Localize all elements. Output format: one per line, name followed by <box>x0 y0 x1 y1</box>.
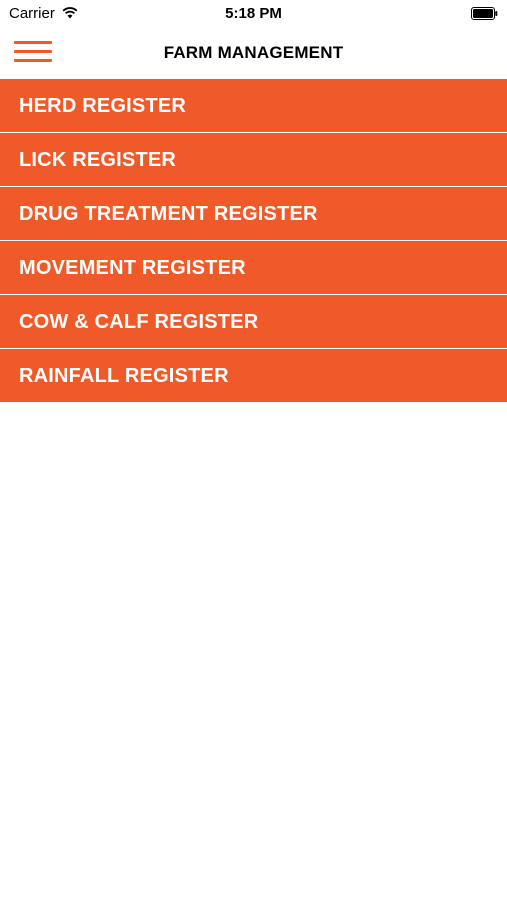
menu-item-herd-register[interactable]: HERD REGISTER <box>0 79 507 133</box>
menu-item-movement-register[interactable]: MOVEMENT REGISTER <box>0 241 507 295</box>
navigation-bar: FARM MANAGEMENT <box>0 28 507 78</box>
status-bar: Carrier 5:18 PM <box>0 0 507 28</box>
menu-item-drug-treatment-register[interactable]: DRUG TREATMENT REGISTER <box>0 187 507 241</box>
page-title: FARM MANAGEMENT <box>163 43 344 62</box>
battery-full-icon <box>471 7 498 20</box>
status-time: 5:18 PM <box>225 5 282 22</box>
menu-item-lick-register[interactable]: LICK REGISTER <box>0 133 507 187</box>
register-menu-list: HERD REGISTER LICK REGISTER DRUG TREATME… <box>0 79 507 402</box>
menu-item-cow-calf-register[interactable]: COW & CALF REGISTER <box>0 295 507 349</box>
menu-item-rainfall-register[interactable]: RAINFALL REGISTER <box>0 349 507 402</box>
